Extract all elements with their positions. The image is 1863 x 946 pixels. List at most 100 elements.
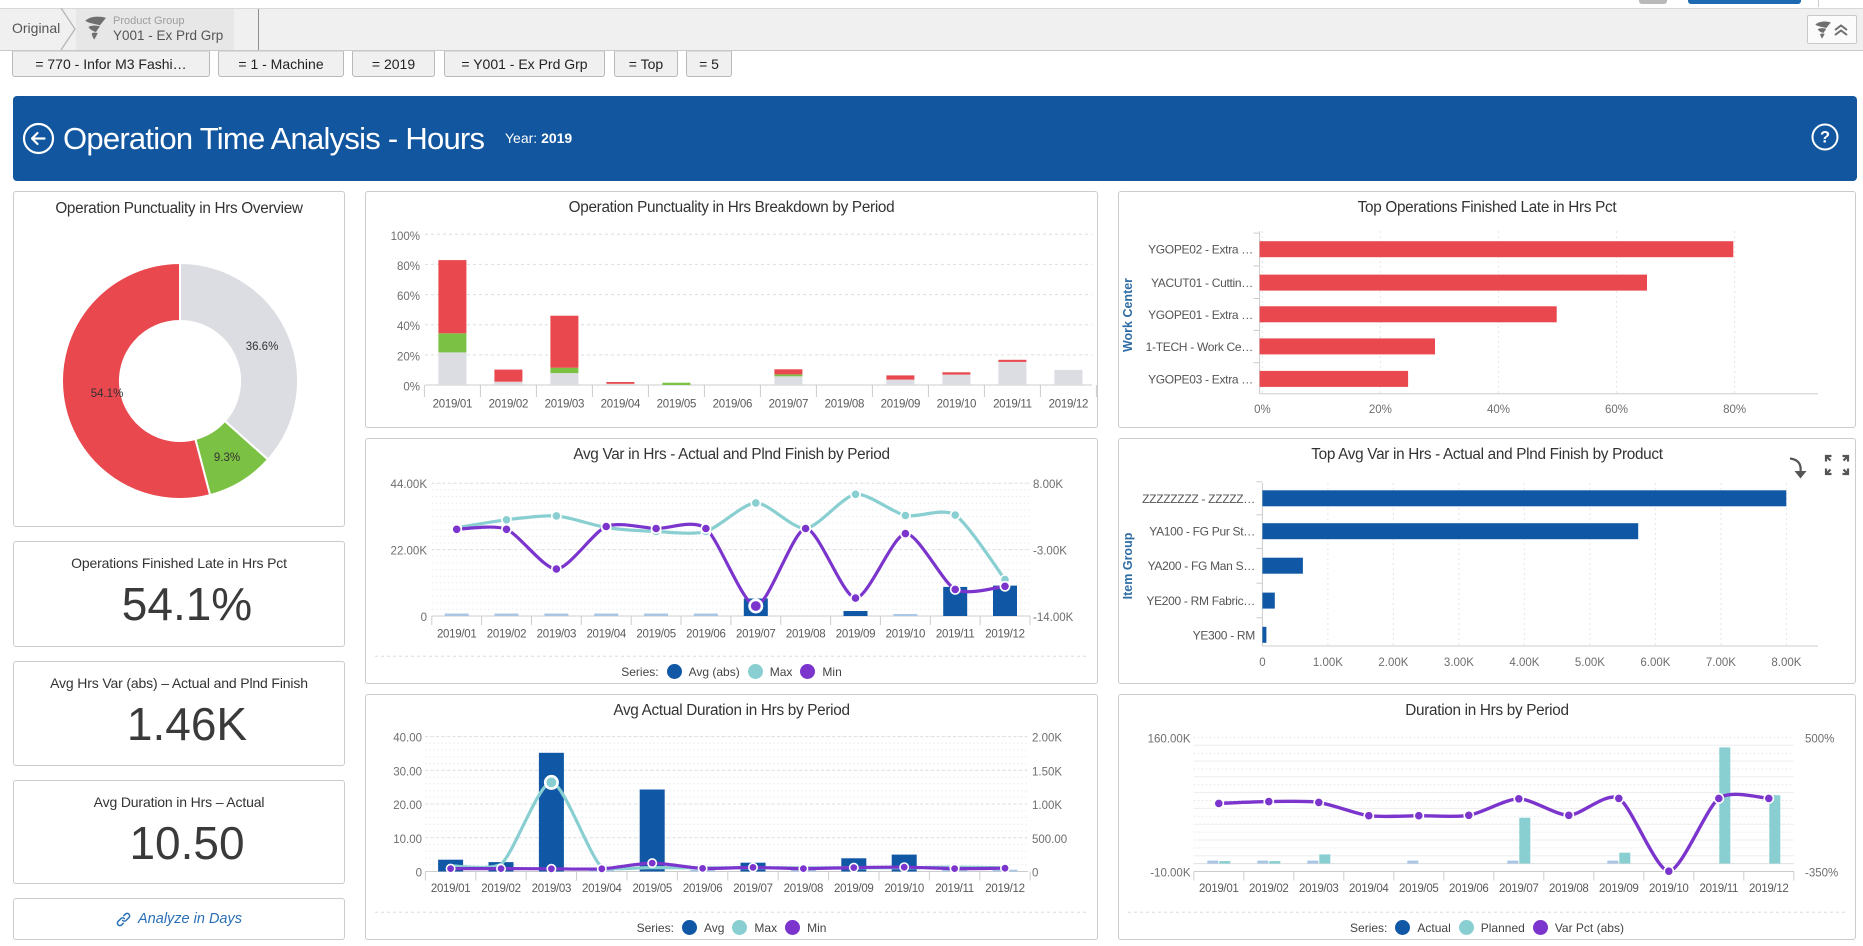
svg-text:2019/12: 2019/12 xyxy=(985,629,1024,641)
svg-text:2019/04: 2019/04 xyxy=(1349,883,1389,895)
svg-text:1-TECH - Work Ce…: 1-TECH - Work Ce… xyxy=(1146,340,1253,354)
svg-text:22.00K: 22.00K xyxy=(391,546,428,558)
svg-text:YGOPE02 - Extra …: YGOPE02 - Extra … xyxy=(1148,243,1253,257)
svg-text:40%: 40% xyxy=(1487,404,1510,416)
svg-text:2019/01: 2019/01 xyxy=(431,883,470,895)
svg-text:2019/10: 2019/10 xyxy=(1649,883,1688,895)
svg-text:2019/11: 2019/11 xyxy=(993,399,1032,411)
svg-text:2019/05: 2019/05 xyxy=(1399,883,1438,895)
svg-text:2019/01: 2019/01 xyxy=(1199,883,1238,895)
svg-text:60%: 60% xyxy=(1605,404,1628,416)
svg-text:2019/12: 2019/12 xyxy=(1749,883,1788,895)
svg-text:-14.00K: -14.00K xyxy=(1033,612,1074,624)
svg-text:40%: 40% xyxy=(397,321,420,333)
svg-text:2019/06: 2019/06 xyxy=(713,399,752,411)
svg-text:0%: 0% xyxy=(403,382,420,394)
svg-text:ZZZZZZZZ - ZZZZZ…: ZZZZZZZZ - ZZZZZ… xyxy=(1142,492,1255,506)
svg-text:2019/05: 2019/05 xyxy=(657,399,696,411)
svg-text:YE300 - RM: YE300 - RM xyxy=(1193,628,1256,642)
svg-text:1.00K: 1.00K xyxy=(1032,800,1062,812)
svg-text:Item Group: Item Group xyxy=(1121,532,1135,599)
svg-text:10.00: 10.00 xyxy=(393,834,422,846)
svg-text:8.00K: 8.00K xyxy=(1771,657,1801,669)
svg-text:YGOPE01 - Extra …: YGOPE01 - Extra … xyxy=(1148,308,1253,322)
svg-text:2.00K: 2.00K xyxy=(1378,657,1408,669)
svg-text:2019/01: 2019/01 xyxy=(437,629,476,641)
svg-text:2019/08: 2019/08 xyxy=(825,399,864,411)
svg-text:YACUT01 - Cuttin…: YACUT01 - Cuttin… xyxy=(1151,276,1253,290)
svg-text:20%: 20% xyxy=(397,351,420,363)
svg-text:2019/04: 2019/04 xyxy=(586,629,626,641)
svg-text:2019/10: 2019/10 xyxy=(886,629,925,641)
svg-text:2019/02: 2019/02 xyxy=(489,399,528,411)
svg-text:2019/09: 2019/09 xyxy=(1599,883,1638,895)
svg-text:?: ? xyxy=(1820,129,1830,147)
svg-text:60%: 60% xyxy=(397,291,420,303)
svg-text:2019/12: 2019/12 xyxy=(985,883,1024,895)
svg-text:1.50K: 1.50K xyxy=(1032,766,1062,778)
svg-text:2019/07: 2019/07 xyxy=(736,629,775,641)
svg-text:2019/01: 2019/01 xyxy=(433,399,472,411)
svg-text:0: 0 xyxy=(1259,657,1265,669)
svg-text:4.00K: 4.00K xyxy=(1509,657,1539,669)
svg-text:40.00: 40.00 xyxy=(393,733,422,745)
svg-text:2019/10: 2019/10 xyxy=(884,883,923,895)
svg-text:2019/05: 2019/05 xyxy=(636,629,675,641)
svg-text:2019/11: 2019/11 xyxy=(936,629,975,641)
svg-text:9.3%: 9.3% xyxy=(214,452,240,464)
svg-text:54.1%: 54.1% xyxy=(91,388,124,400)
svg-text:2019/07: 2019/07 xyxy=(769,399,808,411)
svg-text:2.00K: 2.00K xyxy=(1032,733,1062,745)
svg-text:Work Center: Work Center xyxy=(1121,278,1135,352)
svg-text:2019/09: 2019/09 xyxy=(881,399,920,411)
svg-text:500%: 500% xyxy=(1805,733,1834,745)
svg-text:7.00K: 7.00K xyxy=(1706,657,1736,669)
svg-text:-350%: -350% xyxy=(1805,868,1838,880)
svg-text:0: 0 xyxy=(1032,868,1038,880)
svg-text:20.00: 20.00 xyxy=(393,800,422,812)
svg-text:2019/03: 2019/03 xyxy=(537,629,576,641)
svg-text:2019/02: 2019/02 xyxy=(481,883,520,895)
svg-text:5.00K: 5.00K xyxy=(1575,657,1605,669)
svg-text:2019/03: 2019/03 xyxy=(532,883,571,895)
svg-text:36.6%: 36.6% xyxy=(246,341,279,353)
svg-text:0: 0 xyxy=(416,868,422,880)
svg-text:2019/09: 2019/09 xyxy=(836,629,875,641)
svg-text:2019/07: 2019/07 xyxy=(733,883,772,895)
svg-text:YA100 - FG Pur St…: YA100 - FG Pur St… xyxy=(1149,525,1255,539)
svg-text:-10.00K: -10.00K xyxy=(1150,868,1191,880)
svg-text:0: 0 xyxy=(421,612,427,624)
svg-text:2019/05: 2019/05 xyxy=(632,883,671,895)
svg-text:-3.00K: -3.00K xyxy=(1033,546,1067,558)
svg-text:YGOPE03 - Extra …: YGOPE03 - Extra … xyxy=(1148,372,1253,386)
svg-text:0%: 0% xyxy=(1254,404,1271,416)
svg-text:2019/06: 2019/06 xyxy=(686,629,725,641)
svg-text:100%: 100% xyxy=(391,231,420,243)
svg-text:2019/07: 2019/07 xyxy=(1499,883,1538,895)
svg-text:2019/08: 2019/08 xyxy=(784,883,823,895)
svg-text:2019/06: 2019/06 xyxy=(683,883,722,895)
svg-text:500.00: 500.00 xyxy=(1032,834,1067,846)
svg-text:2019/03: 2019/03 xyxy=(545,399,584,411)
svg-text:2019/04: 2019/04 xyxy=(582,883,622,895)
svg-text:2019/02: 2019/02 xyxy=(487,629,526,641)
svg-text:3.00K: 3.00K xyxy=(1444,657,1474,669)
svg-text:1.00K: 1.00K xyxy=(1313,657,1343,669)
svg-text:2019/11: 2019/11 xyxy=(1699,883,1738,895)
svg-text:2019/06: 2019/06 xyxy=(1449,883,1488,895)
svg-text:160.00K: 160.00K xyxy=(1148,733,1191,745)
svg-text:2019/09: 2019/09 xyxy=(834,883,873,895)
svg-text:2019/10: 2019/10 xyxy=(937,399,976,411)
svg-text:YA200 - FG Man S…: YA200 - FG Man S… xyxy=(1148,559,1255,573)
svg-text:80%: 80% xyxy=(397,261,420,273)
svg-text:2019/11: 2019/11 xyxy=(935,883,974,895)
svg-text:2019/12: 2019/12 xyxy=(1049,399,1088,411)
svg-text:2019/08: 2019/08 xyxy=(786,629,825,641)
svg-text:2019/04: 2019/04 xyxy=(601,399,641,411)
svg-text:2019/08: 2019/08 xyxy=(1549,883,1588,895)
svg-text:2019/03: 2019/03 xyxy=(1299,883,1338,895)
svg-text:44.00K: 44.00K xyxy=(391,479,428,491)
svg-text:8.00K: 8.00K xyxy=(1033,479,1063,491)
svg-text:6.00K: 6.00K xyxy=(1640,657,1670,669)
svg-text:30.00: 30.00 xyxy=(393,766,422,778)
